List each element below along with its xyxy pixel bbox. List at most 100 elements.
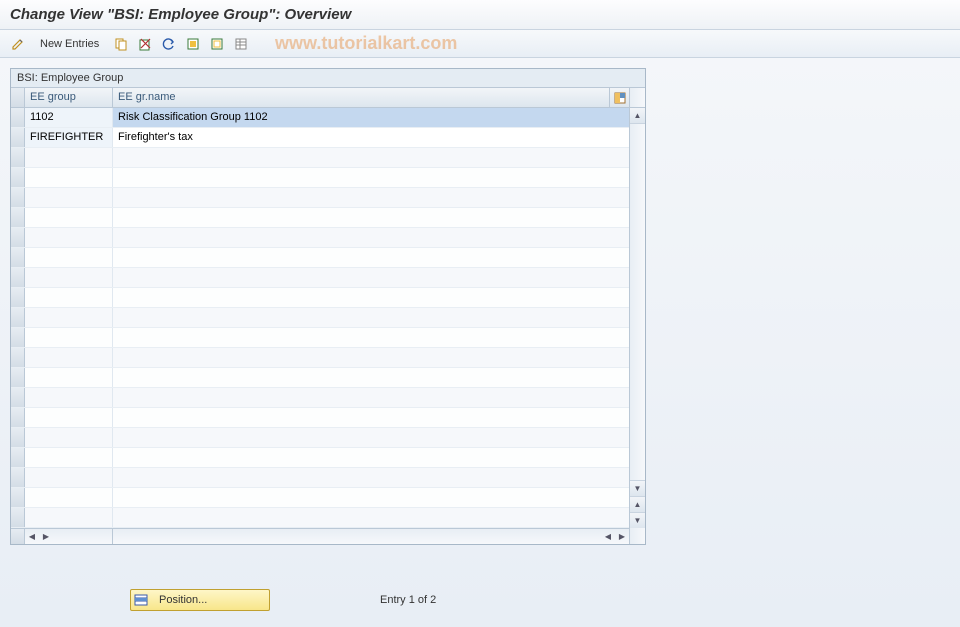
table-row: [11, 248, 629, 268]
cell-ee-group[interactable]: [25, 148, 113, 167]
cell-ee-group[interactable]: [25, 368, 113, 387]
deselect-all-icon[interactable]: [207, 34, 227, 54]
row-selector[interactable]: [11, 388, 25, 407]
row-selector[interactable]: [11, 348, 25, 367]
cell-ee-gr-name[interactable]: [113, 228, 629, 247]
row-selector[interactable]: [11, 228, 25, 247]
cell-ee-group[interactable]: [25, 188, 113, 207]
cell-ee-gr-name[interactable]: [113, 328, 629, 347]
cell-ee-gr-name[interactable]: Risk Classification Group 1102: [113, 108, 629, 127]
cell-ee-gr-name[interactable]: [113, 488, 629, 507]
cell-ee-gr-name[interactable]: [113, 288, 629, 307]
table-row: [11, 488, 629, 508]
row-selector[interactable]: [11, 248, 25, 267]
cell-ee-gr-name[interactable]: [113, 508, 629, 527]
table-row: FIREFIGHTERFirefighter's tax: [11, 128, 629, 148]
cell-ee-group[interactable]: [25, 228, 113, 247]
row-selector[interactable]: [11, 268, 25, 287]
table-row: [11, 468, 629, 488]
vscroll-down2-icon[interactable]: ▼: [630, 512, 645, 528]
position-button[interactable]: Position...: [130, 589, 270, 611]
new-entries-button[interactable]: New Entries: [32, 34, 107, 54]
row-selector[interactable]: [11, 148, 25, 167]
cell-ee-group[interactable]: [25, 248, 113, 267]
cell-ee-group[interactable]: [25, 388, 113, 407]
row-selector[interactable]: [11, 488, 25, 507]
cell-ee-gr-name[interactable]: Firefighter's tax: [113, 128, 629, 147]
cell-ee-gr-name[interactable]: [113, 408, 629, 427]
vscroll-down-icon[interactable]: ▼: [630, 480, 645, 496]
cell-ee-gr-name[interactable]: [113, 428, 629, 447]
cell-ee-group[interactable]: [25, 428, 113, 447]
cell-ee-group[interactable]: [25, 308, 113, 327]
cell-ee-group[interactable]: [25, 168, 113, 187]
copy-icon[interactable]: [111, 34, 131, 54]
row-selector[interactable]: [11, 208, 25, 227]
row-selector[interactable]: [11, 308, 25, 327]
table-row: [11, 428, 629, 448]
cell-ee-group[interactable]: [25, 508, 113, 527]
cell-ee-group[interactable]: [25, 268, 113, 287]
select-all-icon[interactable]: [183, 34, 203, 54]
cell-ee-group[interactable]: [25, 468, 113, 487]
column-config-icon[interactable]: [609, 88, 629, 107]
column-header-ee-gr-name[interactable]: EE gr.name: [113, 88, 609, 107]
table-row: [11, 388, 629, 408]
cell-ee-gr-name[interactable]: [113, 388, 629, 407]
table-row: [11, 328, 629, 348]
column-header-ee-group[interactable]: EE group: [25, 88, 113, 107]
cell-ee-gr-name[interactable]: [113, 468, 629, 487]
header-selector[interactable]: [11, 88, 25, 107]
cell-ee-gr-name[interactable]: [113, 448, 629, 467]
cell-ee-group[interactable]: [25, 208, 113, 227]
hscroll-left-icon[interactable]: ◀: [601, 529, 615, 545]
table-row: [11, 228, 629, 248]
vscroll-up-icon[interactable]: ▲: [630, 108, 645, 124]
cell-ee-gr-name[interactable]: [113, 188, 629, 207]
row-selector[interactable]: [11, 508, 25, 527]
table-row: [11, 408, 629, 428]
toolbar: New Entries www.tutorialkart.com: [0, 30, 960, 58]
row-selector[interactable]: [11, 108, 25, 127]
row-selector[interactable]: [11, 408, 25, 427]
position-icon: [133, 592, 149, 608]
row-selector[interactable]: [11, 168, 25, 187]
row-selector[interactable]: [11, 188, 25, 207]
row-selector[interactable]: [11, 128, 25, 147]
toggle-edit-icon[interactable]: [8, 34, 28, 54]
cell-ee-gr-name[interactable]: [113, 168, 629, 187]
row-selector[interactable]: [11, 288, 25, 307]
row-selector[interactable]: [11, 448, 25, 467]
cell-ee-gr-name[interactable]: [113, 368, 629, 387]
hscroll-left-icon[interactable]: ◀: [25, 529, 39, 545]
table-row: [11, 368, 629, 388]
delete-icon[interactable]: [135, 34, 155, 54]
hscroll-right-icon[interactable]: ▶: [39, 529, 53, 545]
cell-ee-gr-name[interactable]: [113, 148, 629, 167]
cell-ee-group[interactable]: [25, 448, 113, 467]
hscroll-right-icon[interactable]: ▶: [615, 529, 629, 545]
row-selector[interactable]: [11, 328, 25, 347]
row-selector[interactable]: [11, 468, 25, 487]
cell-ee-gr-name[interactable]: [113, 308, 629, 327]
cell-ee-group[interactable]: [25, 488, 113, 507]
cell-ee-group[interactable]: [25, 328, 113, 347]
row-selector[interactable]: [11, 368, 25, 387]
cell-ee-gr-name[interactable]: [113, 208, 629, 227]
table-row: [11, 268, 629, 288]
cell-ee-gr-name[interactable]: [113, 248, 629, 267]
cell-ee-group[interactable]: [25, 348, 113, 367]
vertical-scrollbar[interactable]: ▲ ▼ ▲ ▼: [629, 88, 645, 544]
cell-ee-group[interactable]: FIREFIGHTER: [25, 128, 113, 147]
cell-ee-group[interactable]: 1102: [25, 108, 113, 127]
cell-ee-group[interactable]: [25, 288, 113, 307]
table-row: [11, 168, 629, 188]
vscroll-up2-icon[interactable]: ▲: [630, 496, 645, 512]
table-row: [11, 148, 629, 168]
cell-ee-group[interactable]: [25, 408, 113, 427]
cell-ee-gr-name[interactable]: [113, 348, 629, 367]
cell-ee-gr-name[interactable]: [113, 268, 629, 287]
table-settings-icon[interactable]: [231, 34, 251, 54]
row-selector[interactable]: [11, 428, 25, 447]
undo-icon[interactable]: [159, 34, 179, 54]
